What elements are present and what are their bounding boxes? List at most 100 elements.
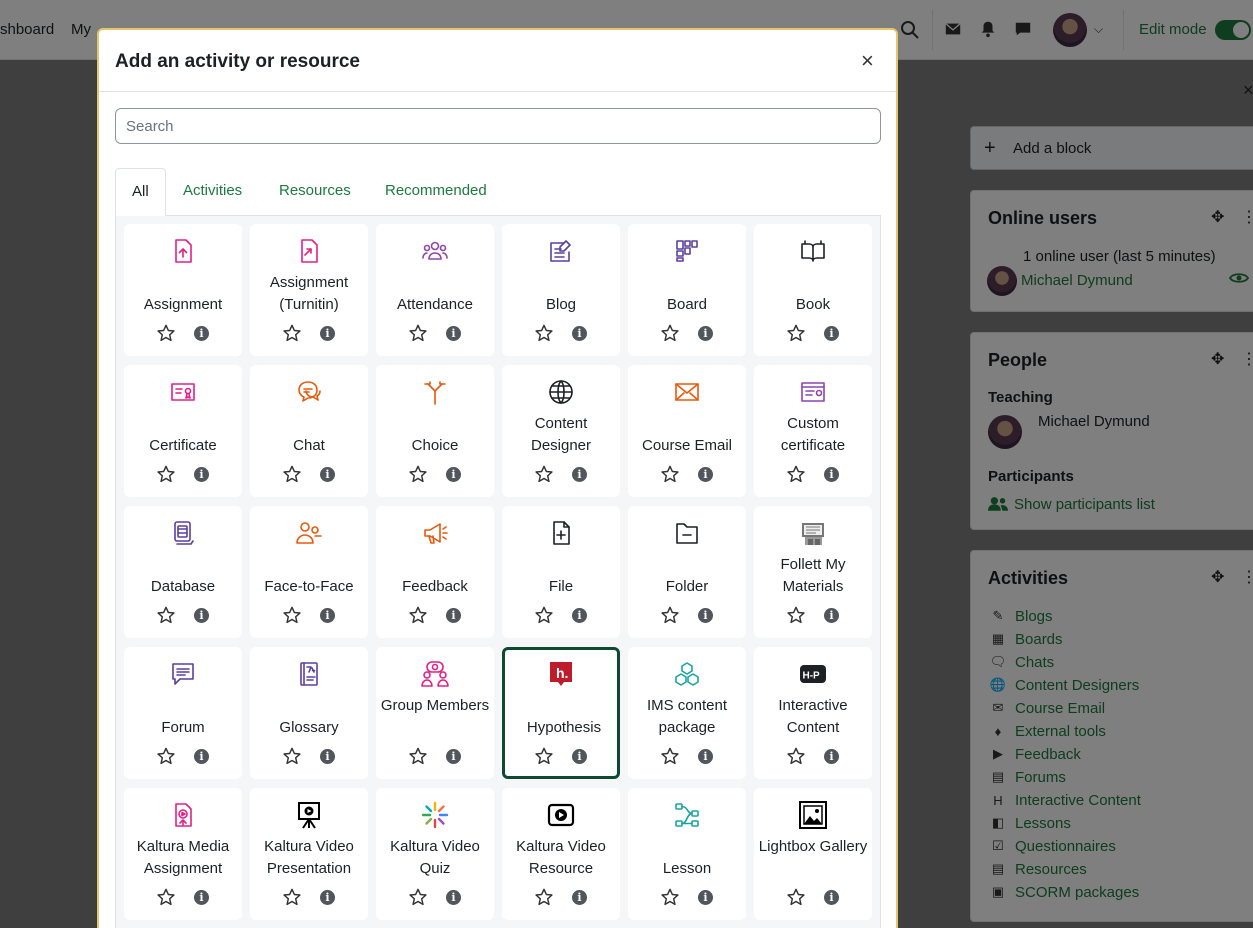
info-icon[interactable]: i	[446, 467, 461, 482]
star-icon[interactable]	[157, 747, 175, 765]
activity-card[interactable]: Attendance i	[376, 224, 494, 356]
star-icon[interactable]	[661, 606, 679, 624]
activity-card[interactable]: Face-to-Face i	[250, 506, 368, 638]
info-icon[interactable]: i	[194, 326, 209, 341]
activity-card[interactable]: IMS content package i	[628, 647, 746, 779]
star-icon[interactable]	[661, 888, 679, 906]
activity-card[interactable]: Database i	[124, 506, 242, 638]
star-icon[interactable]	[787, 606, 805, 624]
info-icon[interactable]: i	[698, 467, 713, 482]
star-icon[interactable]	[661, 747, 679, 765]
activity-card[interactable]: Group Members i	[376, 647, 494, 779]
info-icon[interactable]: i	[320, 749, 335, 764]
activity-card[interactable]: Forum i	[124, 647, 242, 779]
star-icon[interactable]	[283, 747, 301, 765]
info-icon[interactable]: i	[824, 467, 839, 482]
star-icon[interactable]	[409, 465, 427, 483]
tab-recommended[interactable]: Recommended	[369, 168, 503, 216]
activity-name: Custom certificate	[780, 415, 846, 454]
info-icon[interactable]: i	[320, 608, 335, 623]
tab-all[interactable]: All	[115, 168, 166, 216]
star-icon[interactable]	[409, 324, 427, 342]
activity-card[interactable]: Kaltura Video Resource i	[502, 788, 620, 920]
search-input[interactable]	[115, 108, 881, 144]
activity-card[interactable]: Kaltura Media Assignment i	[124, 788, 242, 920]
activity-card[interactable]: Lightbox Gallery i	[754, 788, 872, 920]
info-icon[interactable]: i	[572, 890, 587, 905]
activity-card[interactable]: Course Email i	[628, 365, 746, 497]
activity-card[interactable]: Blog i	[502, 224, 620, 356]
star-icon[interactable]	[157, 324, 175, 342]
activity-card[interactable]: Content Designer i	[502, 365, 620, 497]
info-icon[interactable]: i	[446, 890, 461, 905]
star-icon[interactable]	[787, 465, 805, 483]
star-icon[interactable]	[661, 465, 679, 483]
tab-resources[interactable]: Resources	[263, 168, 367, 216]
info-icon[interactable]: i	[572, 749, 587, 764]
info-icon[interactable]: i	[446, 608, 461, 623]
activity-card[interactable]: Board i	[628, 224, 746, 356]
activity-card[interactable]: Assignment i	[124, 224, 242, 356]
info-icon[interactable]: i	[698, 326, 713, 341]
star-icon[interactable]	[283, 465, 301, 483]
activity-card[interactable]: Chat i	[250, 365, 368, 497]
star-icon[interactable]	[157, 465, 175, 483]
activity-card[interactable]: Kaltura Video Quiz i	[376, 788, 494, 920]
info-icon[interactable]: i	[194, 608, 209, 623]
info-icon[interactable]: i	[572, 608, 587, 623]
star-icon[interactable]	[283, 324, 301, 342]
group-members-icon	[376, 660, 494, 688]
star-icon[interactable]	[157, 888, 175, 906]
star-icon[interactable]	[409, 888, 427, 906]
info-icon[interactable]: i	[824, 326, 839, 341]
star-icon[interactable]	[661, 324, 679, 342]
info-icon[interactable]: i	[572, 467, 587, 482]
star-icon[interactable]	[409, 606, 427, 624]
close-icon[interactable]: ×	[861, 48, 874, 74]
star-icon[interactable]	[535, 747, 553, 765]
star-icon[interactable]	[535, 888, 553, 906]
info-icon[interactable]: i	[698, 749, 713, 764]
info-icon[interactable]: i	[446, 749, 461, 764]
info-icon[interactable]: i	[824, 749, 839, 764]
info-icon[interactable]: i	[446, 326, 461, 341]
activity-card[interactable]: Glossary i	[250, 647, 368, 779]
info-icon[interactable]: i	[320, 890, 335, 905]
activity-name: Folder	[665, 578, 709, 595]
info-icon[interactable]: i	[824, 608, 839, 623]
activity-card[interactable]: File i	[502, 506, 620, 638]
star-icon[interactable]	[535, 324, 553, 342]
star-icon[interactable]	[535, 465, 553, 483]
info-icon[interactable]: i	[194, 467, 209, 482]
tab-activities[interactable]: Activities	[167, 168, 258, 216]
info-icon[interactable]: i	[824, 890, 839, 905]
activity-card[interactable]: Certificate i	[124, 365, 242, 497]
info-icon[interactable]: i	[698, 890, 713, 905]
activity-card[interactable]: Choice i	[376, 365, 494, 497]
activity-card[interactable]: Follett My Materials i	[754, 506, 872, 638]
activity-card[interactable]: Folder i	[628, 506, 746, 638]
info-icon[interactable]: i	[320, 467, 335, 482]
activity-card[interactable]: Book i	[754, 224, 872, 356]
info-icon[interactable]: i	[572, 326, 587, 341]
star-icon[interactable]	[409, 747, 427, 765]
star-icon[interactable]	[787, 324, 805, 342]
star-icon[interactable]	[157, 606, 175, 624]
activity-card[interactable]: Custom certificate i	[754, 365, 872, 497]
lesson-icon	[628, 801, 746, 829]
star-icon[interactable]	[787, 747, 805, 765]
star-icon[interactable]	[535, 606, 553, 624]
activity-card[interactable]: Kaltura Video Presentation i	[250, 788, 368, 920]
activity-card[interactable]: Feedback i	[376, 506, 494, 638]
activity-card[interactable]: H-P Interactive Content i	[754, 647, 872, 779]
activity-card[interactable]: Lesson i	[628, 788, 746, 920]
star-icon[interactable]	[283, 888, 301, 906]
info-icon[interactable]: i	[194, 749, 209, 764]
info-icon[interactable]: i	[194, 890, 209, 905]
activity-card[interactable]: Assignment (Turnitin) i	[250, 224, 368, 356]
star-icon[interactable]	[787, 888, 805, 906]
info-icon[interactable]: i	[698, 608, 713, 623]
star-icon[interactable]	[283, 606, 301, 624]
activity-card[interactable]: h. Hypothesis i	[502, 647, 620, 779]
info-icon[interactable]: i	[320, 326, 335, 341]
